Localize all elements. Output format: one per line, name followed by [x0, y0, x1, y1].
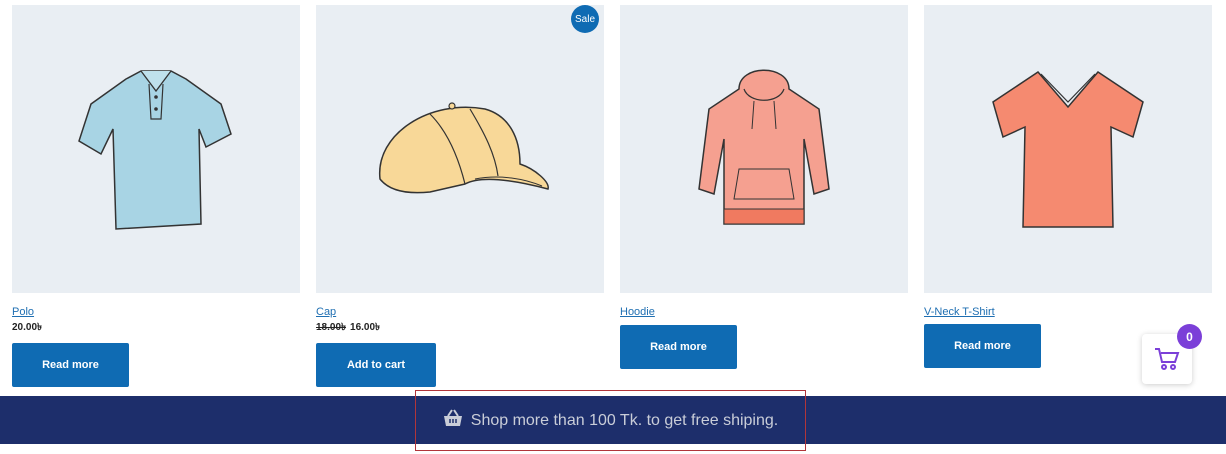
product-price-polo: 20.00৳ — [12, 322, 300, 334]
product-title-polo[interactable]: Polo — [12, 305, 300, 319]
add-to-cart-button-cap[interactable]: Add to cart — [316, 343, 436, 387]
sale-badge: Sale — [571, 5, 599, 33]
price-value: 16.00৳ — [350, 322, 381, 333]
shipping-notice-text: Shop more than 100 Tk. to get free shipi… — [470, 411, 779, 429]
polo-shirt-image — [78, 70, 232, 230]
product-image-hoodie[interactable] — [620, 5, 908, 293]
read-more-button-hoodie[interactable]: Read more — [620, 325, 737, 369]
read-more-button-vneck[interactable]: Read more — [924, 324, 1041, 368]
read-more-button-polo[interactable]: Read more — [12, 343, 129, 387]
hoodie-image — [698, 69, 830, 225]
cart-icon — [1155, 348, 1180, 370]
product-price-cap: 18.00৳ 16.00৳ — [316, 322, 604, 334]
product-image-vneck[interactable] — [924, 5, 1212, 293]
product-card-polo: Polo 20.00৳ — [12, 5, 300, 334]
free-shipping-notice: Shop more than 100 Tk. to get free shipi… — [415, 390, 806, 451]
product-title-cap[interactable]: Cap — [316, 305, 604, 319]
price-value: 20.00৳ — [12, 322, 43, 333]
product-card-vneck: V-Neck T-Shirt — [924, 5, 1212, 319]
old-price: 18.00৳ — [316, 322, 347, 333]
basket-icon — [443, 409, 463, 432]
product-image-cap[interactable]: Sale — [316, 5, 604, 293]
cart-count-badge: 0 — [1177, 324, 1202, 349]
cap-image — [379, 102, 549, 194]
shop-page: Polo 20.00৳ Read more Sale Cap 18.00৳ 16.… — [0, 0, 1226, 454]
product-image-polo[interactable] — [12, 5, 300, 293]
vneck-tshirt-image — [992, 70, 1144, 228]
product-title-vneck[interactable]: V-Neck T-Shirt — [924, 305, 1212, 319]
product-card-hoodie: Hoodie — [620, 5, 908, 319]
product-title-hoodie[interactable]: Hoodie — [620, 305, 908, 319]
product-card-cap: Sale Cap 18.00৳ 16.00৳ — [316, 5, 604, 334]
